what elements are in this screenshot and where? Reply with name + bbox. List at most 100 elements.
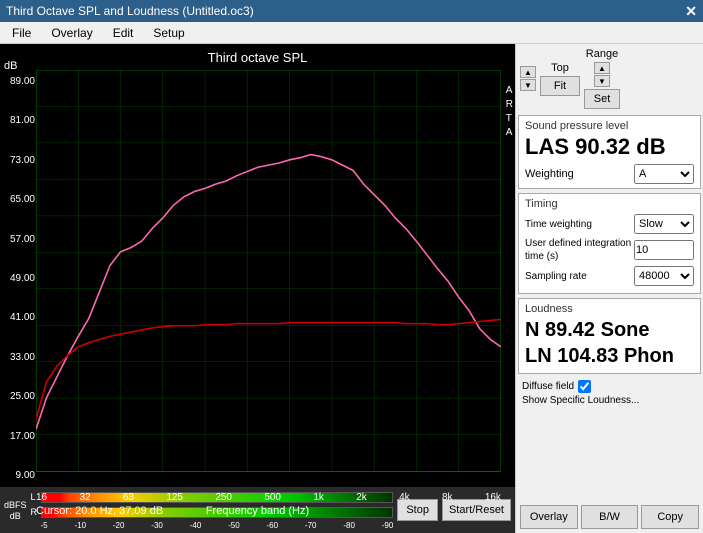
y-25: 25.00 [0, 391, 38, 402]
diffuse-field-checkbox[interactable] [578, 380, 591, 393]
scale-m60: -60 [267, 521, 279, 530]
timing-box: Timing Time weighting Slow Fast Impulse … [518, 193, 701, 294]
top-controls: ▲ ▼ Top Fit Range ▲ ▼ Set [518, 46, 701, 111]
top-up-arrow[interactable]: ▲ [520, 66, 536, 78]
bottom-buttons: Overlay B/W Copy [518, 501, 701, 531]
y-17: 17.00 [0, 431, 38, 442]
sampling-select[interactable]: 48000 44100 96000 [634, 266, 694, 286]
menu-file[interactable]: File [4, 24, 39, 42]
chart-svg [36, 70, 501, 472]
scale-m5: -5 [41, 521, 48, 530]
sampling-row: Sampling rate 48000 44100 96000 [525, 266, 694, 286]
menu-setup[interactable]: Setup [145, 24, 192, 42]
range-up-arrow[interactable]: ▲ [594, 62, 610, 74]
y-49: 49.00 [0, 273, 38, 284]
copy-button[interactable]: Copy [641, 505, 699, 529]
range-group: Range ▲ ▼ Set [584, 48, 620, 109]
y-33: 33.00 [0, 352, 38, 363]
integration-input[interactable] [634, 240, 694, 260]
x-16k: 16k [485, 492, 501, 503]
right-panel: ▲ ▼ Top Fit Range ▲ ▼ Set Sound pressure… [515, 44, 703, 533]
arta-r: R [506, 98, 513, 112]
x-16: 16 [36, 492, 47, 503]
scale-m10: -10 [74, 521, 86, 530]
weighting-select[interactable]: A B C Z [634, 164, 694, 184]
top-fit-group: Top Fit [540, 62, 580, 96]
x-axis: 16 32 63 125 250 500 1k 2k 4k 8k 16k [36, 492, 501, 503]
y-41: 41.00 [0, 312, 38, 323]
y-73: 73.00 [0, 155, 38, 166]
top-down-arrow[interactable]: ▼ [520, 79, 536, 91]
close-button[interactable]: ✕ [685, 3, 697, 20]
scale-m30: -30 [151, 521, 163, 530]
loudness-n-value: N 89.42 Sone [525, 317, 694, 343]
title-text: Third Octave SPL and Loudness (Untitled.… [6, 4, 254, 18]
meter-labels: dBFS dB [4, 500, 27, 521]
scale-m20: -20 [113, 521, 125, 530]
diffuse-field-row: Diffuse field [522, 380, 697, 393]
scale-m90: -90 [382, 521, 394, 530]
y-89: 89.00 [0, 76, 38, 87]
time-weighting-label: Time weighting [525, 218, 592, 231]
x-63: 63 [123, 492, 134, 503]
time-weighting-select[interactable]: Slow Fast Impulse [634, 214, 694, 234]
loudness-ln-value: LN 104.83 Phon [525, 343, 694, 369]
freq-axis-label: Frequency band (Hz) [206, 505, 309, 517]
db-axis-label: dB [4, 60, 17, 72]
spl-box: Sound pressure level LAS 90.32 dB Weight… [518, 115, 701, 189]
menu-overlay[interactable]: Overlay [43, 24, 100, 42]
arta-label: A R T A [506, 84, 513, 140]
dbfs-label: dBFS [4, 500, 27, 510]
diffuse-field-label: Diffuse field [522, 381, 574, 392]
arta-a2: A [506, 126, 513, 140]
y-9: 9.00 [0, 470, 38, 481]
loudness-box: Loudness N 89.42 Sone LN 104.83 Phon [518, 298, 701, 374]
scale-m70: -70 [305, 521, 317, 530]
range-label: Range [586, 48, 618, 60]
arta-a: A [506, 84, 513, 98]
spl-value: LAS 90.32 dB [525, 134, 694, 160]
top-arrows: ▲ ▼ [520, 66, 536, 91]
x-4k: 4k [399, 492, 410, 503]
chart-area: Third octave SPL dB A R T A 89.00 81.00 … [0, 44, 515, 533]
weighting-row: Weighting A B C Z [525, 164, 694, 184]
x-32: 32 [79, 492, 90, 503]
bw-button[interactable]: B/W [581, 505, 639, 529]
db-label: dB [10, 511, 21, 521]
fit-button[interactable]: Fit [540, 76, 580, 96]
menu-edit[interactable]: Edit [105, 24, 142, 42]
title-bar: Third Octave SPL and Loudness (Untitled.… [0, 0, 703, 22]
cursor-label: Cursor: 20.0 Hz, 37.09 dB [36, 505, 163, 517]
chart-title: Third octave SPL [0, 46, 515, 67]
loudness-title: Loudness [525, 303, 694, 315]
y-65: 65.00 [0, 194, 38, 205]
spl-title: Sound pressure level [525, 120, 694, 132]
timing-title: Timing [525, 198, 694, 210]
top-label: Top [551, 62, 569, 74]
set-button[interactable]: Set [584, 89, 620, 109]
show-specific-row: Show Specific Loudness... [522, 395, 697, 406]
x-500: 500 [264, 492, 281, 503]
x-8k: 8k [442, 492, 453, 503]
x-2k: 2k [356, 492, 367, 503]
scale-m40: -40 [190, 521, 202, 530]
arta-t: T [506, 112, 513, 126]
y-57: 57.00 [0, 234, 38, 245]
sampling-label: Sampling rate [525, 270, 587, 283]
x-1k: 1k [313, 492, 324, 503]
x-250: 250 [215, 492, 232, 503]
range-arrows: ▲ ▼ [594, 62, 610, 87]
menu-bar: File Overlay Edit Setup [0, 22, 703, 44]
y-axis: 89.00 81.00 73.00 65.00 57.00 49.00 41.0… [0, 74, 38, 483]
overlay-button[interactable]: Overlay [520, 505, 578, 529]
integration-label: User defined integration time (s) [525, 237, 634, 263]
show-specific-label: Show Specific Loudness... [522, 395, 639, 406]
scale-m50: -50 [228, 521, 240, 530]
x-125: 125 [166, 492, 183, 503]
integration-row: User defined integration time (s) [525, 237, 694, 263]
main-content: Third octave SPL dB A R T A 89.00 81.00 … [0, 44, 703, 533]
meter-scale: -5 -10 -20 -30 -40 -50 -60 -70 -80 -90 [41, 521, 394, 530]
weighting-label: Weighting [525, 168, 574, 180]
scale-m80: -80 [343, 521, 355, 530]
range-down-arrow[interactable]: ▼ [594, 75, 610, 87]
